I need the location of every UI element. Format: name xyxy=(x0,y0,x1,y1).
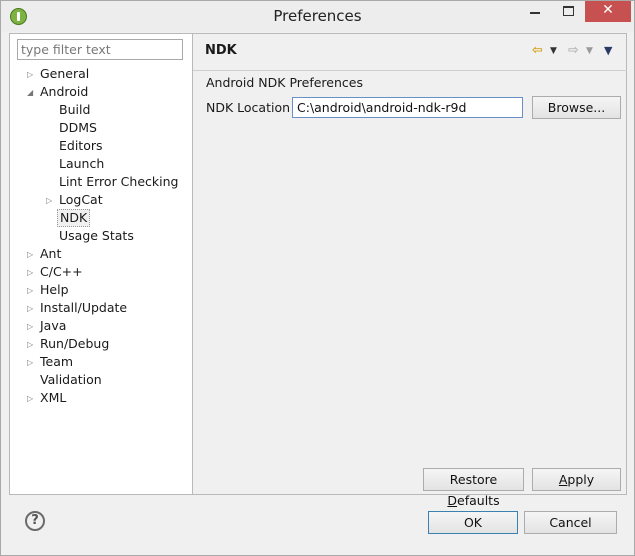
title-separator xyxy=(193,70,627,71)
tree-item-label: Run/Debug xyxy=(40,336,110,351)
filter-input[interactable] xyxy=(17,39,183,60)
tree-item[interactable]: ▷ C/C++ xyxy=(10,263,192,281)
forward-history-dropdown-icon[interactable]: ▼ xyxy=(586,43,593,59)
ok-button[interactable]: OK xyxy=(428,511,518,534)
tree-item[interactable]: ▷ Ant xyxy=(10,245,192,263)
expand-twisty-icon[interactable]: ▷ xyxy=(27,269,35,277)
tree-item[interactable]: Launch xyxy=(10,155,192,173)
tree-item-label: Team xyxy=(40,354,74,369)
tree-item-label: XML xyxy=(40,390,67,405)
page-title: NDK xyxy=(205,43,237,58)
ndk-location-label: NDK Location xyxy=(206,100,291,115)
minimize-button[interactable] xyxy=(521,1,547,23)
tree-item[interactable]: ▷ Team xyxy=(10,353,192,371)
tree-item-label: Launch xyxy=(59,156,105,171)
tree-item-label: Install/Update xyxy=(40,300,128,315)
ndk-location-input[interactable] xyxy=(292,97,523,118)
tree-item-label: Help xyxy=(40,282,69,297)
forward-arrow-icon[interactable]: ⇨ xyxy=(568,43,579,59)
tree-item[interactable]: Lint Error Checking xyxy=(10,173,192,191)
expand-twisty-icon[interactable]: ▷ xyxy=(27,359,35,367)
tree-item[interactable]: DDMS xyxy=(10,119,192,137)
tree-item-label: Android xyxy=(40,84,89,99)
tree-item[interactable]: ▷ Run/Debug xyxy=(10,335,192,353)
restore-defaults-button[interactable]: Restore Defaults xyxy=(423,468,524,508)
tree-item-label: Lint Error Checking xyxy=(59,174,179,189)
expand-twisty-icon[interactable]: ▷ xyxy=(27,323,35,331)
restore-defaults-mnemonic: D xyxy=(447,493,458,508)
apply-suffix: pply xyxy=(567,472,595,487)
tree-item[interactable]: Build xyxy=(10,101,192,119)
close-button[interactable]: ✕ xyxy=(585,1,631,22)
tree-item[interactable]: ▷ General xyxy=(10,65,192,83)
tree-item-label: NDK xyxy=(57,209,91,227)
tree-item-label: LogCat xyxy=(59,192,103,207)
back-arrow-icon[interactable]: ⇦ xyxy=(532,43,543,59)
group-title: Android NDK Preferences xyxy=(206,75,363,90)
expand-twisty-icon[interactable]: ▷ xyxy=(27,71,35,79)
expand-twisty-icon[interactable]: ▷ xyxy=(27,287,35,295)
preference-tree: ▷ General ◢ Android Build DDMS Editors Launch Li… xyxy=(10,65,192,407)
preferences-window: Preferences ✕ ▷ General ◢ Android Build DDMS E… xyxy=(0,0,635,556)
back-history-dropdown-icon[interactable]: ▼ xyxy=(550,43,557,59)
expand-twisty-icon[interactable]: ▷ xyxy=(27,341,35,349)
help-icon[interactable]: ? xyxy=(25,511,45,531)
tree-item[interactable]: ▷ Help xyxy=(10,281,192,299)
tree-item-label: C/C++ xyxy=(40,264,83,279)
tree-item[interactable]: Validation xyxy=(10,371,192,389)
tree-item-label: Build xyxy=(59,102,91,117)
expand-twisty-icon[interactable]: ▷ xyxy=(46,197,54,205)
tree-item-label: Validation xyxy=(40,372,102,387)
tree-item-label: Editors xyxy=(59,138,103,153)
collapse-twisty-icon[interactable]: ◢ xyxy=(27,89,35,97)
tree-item[interactable]: ▷ Install/Update xyxy=(10,299,192,317)
restore-defaults-suffix: efaults xyxy=(457,493,500,508)
expand-twisty-icon[interactable]: ▷ xyxy=(27,305,35,313)
apply-button[interactable]: Apply xyxy=(532,468,621,491)
tree-item[interactable]: ◢ Android xyxy=(10,83,192,101)
tree-item-label: Java xyxy=(40,318,67,333)
maximize-button[interactable] xyxy=(554,1,580,23)
view-menu-icon[interactable]: ▼ xyxy=(604,43,612,59)
expand-twisty-icon[interactable]: ▷ xyxy=(27,251,35,259)
expand-twisty-icon[interactable]: ▷ xyxy=(27,395,35,403)
tree-item[interactable]: Editors xyxy=(10,137,192,155)
tree-item[interactable]: ▷ Java xyxy=(10,317,192,335)
cancel-button[interactable]: Cancel xyxy=(524,511,617,534)
preference-tree-pane: ▷ General ◢ Android Build DDMS Editors Launch Li… xyxy=(9,33,193,495)
preference-page: NDK ⇦ ▼ ⇨ ▼ ▼ Android NDK Preferences ND… xyxy=(193,33,627,508)
tree-item-label: Usage Stats xyxy=(59,228,134,243)
tree-item[interactable]: Usage Stats xyxy=(10,227,192,245)
tree-item-label: General xyxy=(40,66,90,81)
title-bar: Preferences ✕ xyxy=(1,1,634,32)
tree-item[interactable]: ▷ XML xyxy=(10,389,192,407)
tree-item[interactable]: NDK xyxy=(10,209,192,227)
tree-item[interactable]: ▷ LogCat xyxy=(10,191,192,209)
tree-item-label: DDMS xyxy=(59,120,97,135)
tree-item-label: Ant xyxy=(40,246,62,261)
browse-button[interactable]: Browse... xyxy=(532,96,621,119)
restore-defaults-prefix: Restore xyxy=(449,472,498,487)
